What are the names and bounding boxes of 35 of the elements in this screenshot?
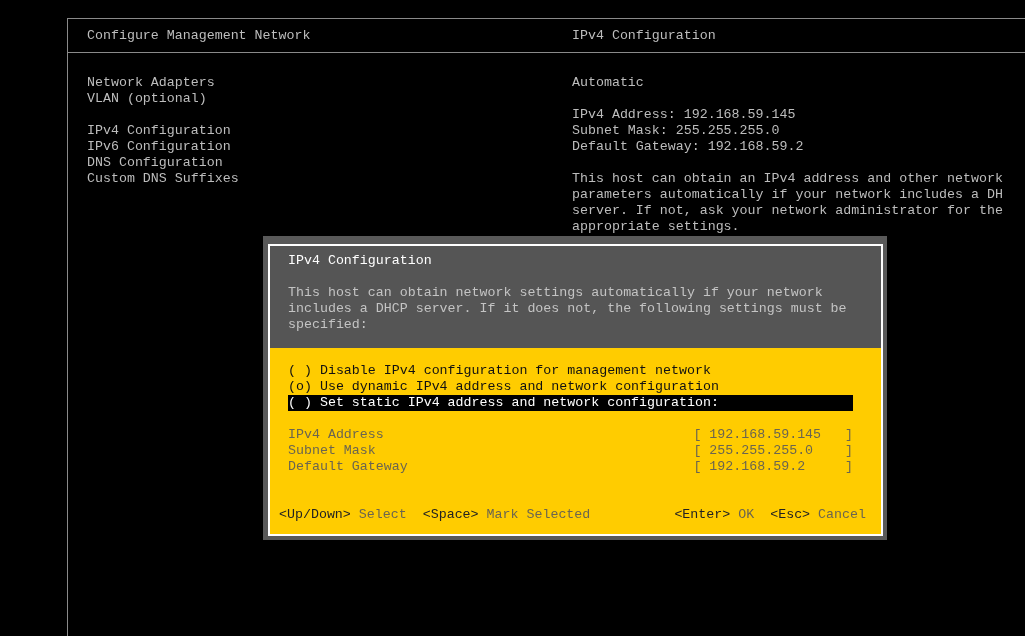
panel-title: IPv4 Configuration bbox=[572, 27, 717, 44]
setting-value: Subnet Mask: 255.255.255.0 bbox=[572, 123, 780, 139]
description-text: This host can obtain an IPv4 address and other network bbox=[572, 171, 1003, 187]
key-action: Select bbox=[358, 507, 407, 523]
screen-title: Configure Management Network bbox=[86, 27, 312, 44]
menu-item[interactable]: Network Adapters bbox=[87, 75, 215, 91]
setting-value: IPv4 Address: 192.168.59.145 bbox=[572, 107, 796, 123]
field-label: IPv4 Address bbox=[288, 427, 384, 443]
dialog-description: This host can obtain network settings automatically if your network includes a DHCP server. If it does not, the following settings must be specified: bbox=[288, 285, 848, 333]
menu-item[interactable]: IPv6 Configuration bbox=[87, 139, 231, 155]
setting-value: Default Gateway: 192.168.59.2 bbox=[572, 139, 804, 155]
radio-option[interactable]: ( ) Disable IPv4 configuration for management network bbox=[288, 363, 853, 379]
input-field[interactable]: [ 192.168.59.2 ] bbox=[693, 459, 853, 475]
key-action: Cancel bbox=[818, 507, 866, 523]
description-text: parameters automatically if your network includes a DH bbox=[572, 187, 1003, 203]
field-label: Subnet Mask bbox=[288, 443, 376, 459]
radio-option[interactable]: (o) Use dynamic IPv4 address and network configuration bbox=[288, 379, 853, 395]
description-text: appropriate settings. bbox=[572, 219, 740, 235]
key-action: Mark Selected bbox=[486, 507, 591, 523]
input-field[interactable]: [ 255.255.255.0 ] bbox=[693, 443, 853, 459]
description-text: server. If not, ask your network administrator for the bbox=[572, 203, 1003, 219]
menu-item[interactable]: IPv4 Configuration bbox=[87, 123, 231, 139]
field-label: Default Gateway bbox=[288, 459, 408, 475]
key-action: OK bbox=[738, 507, 755, 523]
menu-item[interactable]: VLAN (optional) bbox=[87, 91, 207, 107]
mode-text: Automatic bbox=[572, 75, 644, 91]
key-hint: <Enter> bbox=[674, 507, 731, 523]
key-hint: <Space> bbox=[422, 507, 479, 523]
key-hint: <Up/Down> bbox=[279, 507, 351, 523]
menu-item[interactable]: DNS Configuration bbox=[87, 155, 223, 171]
input-field[interactable]: [ 192.168.59.145 ] bbox=[693, 427, 853, 443]
dialog-title: IPv4 Configuration bbox=[288, 253, 432, 269]
radio-option[interactable]: ( ) Set static IPv4 address and network configuration: bbox=[288, 395, 853, 411]
menu-item[interactable]: Custom DNS Suffixes bbox=[87, 171, 239, 187]
key-hint: <Esc> bbox=[770, 507, 811, 523]
